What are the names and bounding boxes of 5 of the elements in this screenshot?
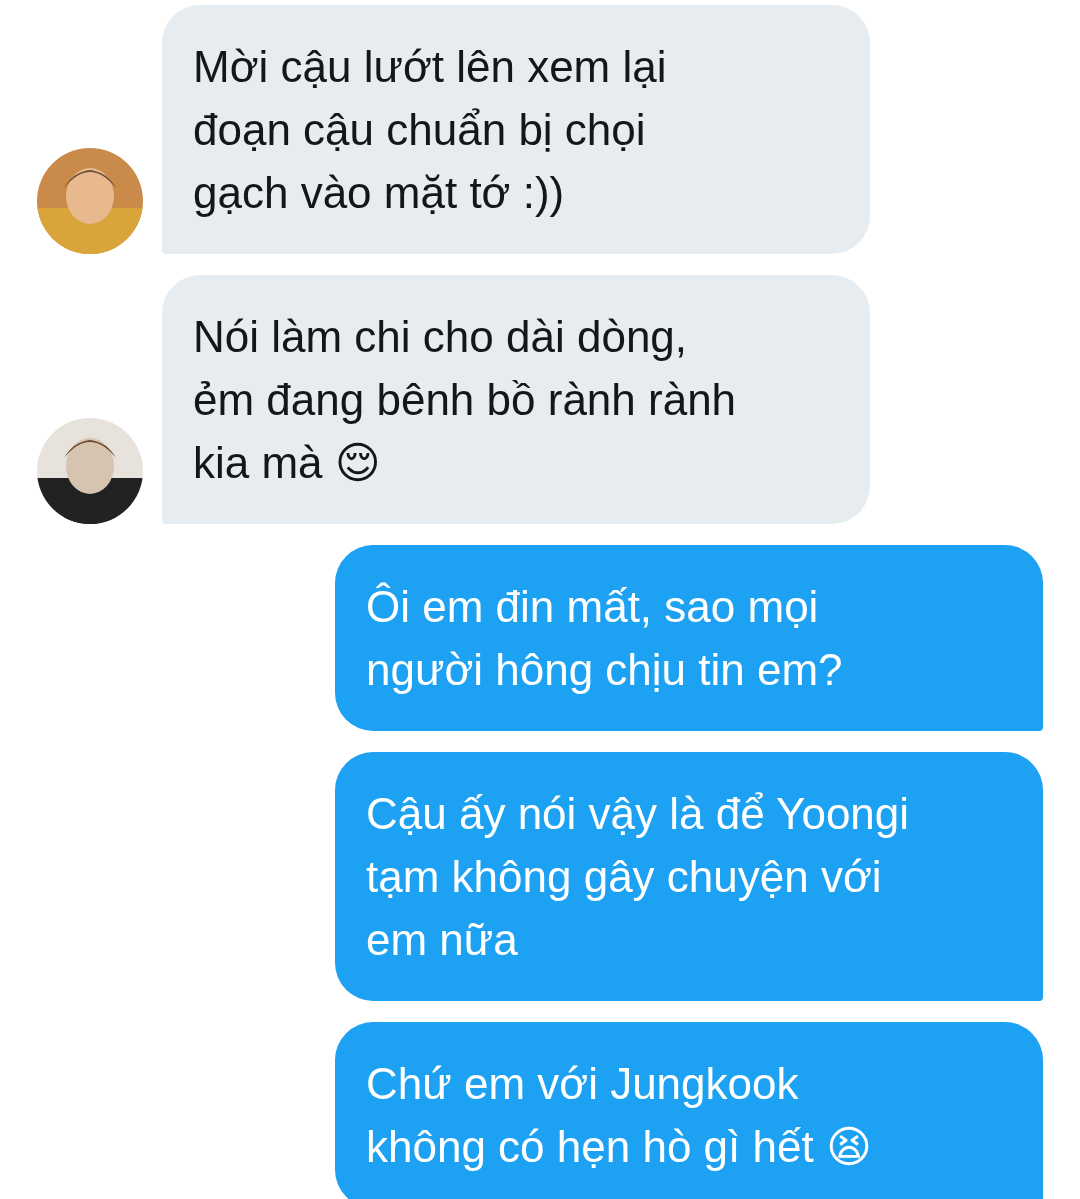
sent-message: Cậu ấy nói vậy là để Yoongi tạm không gây chuyện với em nữa bbox=[335, 752, 1043, 1001]
received-message: Nói làm chi cho dài dòng, ẻm đang bênh bồ rành rành kia mà 😌 bbox=[162, 275, 870, 524]
sent-message: Chứ em với Jungkook không có hẹn hò gì hết 😫 bbox=[335, 1022, 1043, 1199]
received-message: Mời cậu lướt lên xem lại đoạn cậu chuẩn bị chọi gạch vào mặt tớ :)) bbox=[162, 5, 870, 254]
sent-message: Ôi em đin mất, sao mọi người hông chịu tin em? bbox=[335, 545, 1043, 731]
